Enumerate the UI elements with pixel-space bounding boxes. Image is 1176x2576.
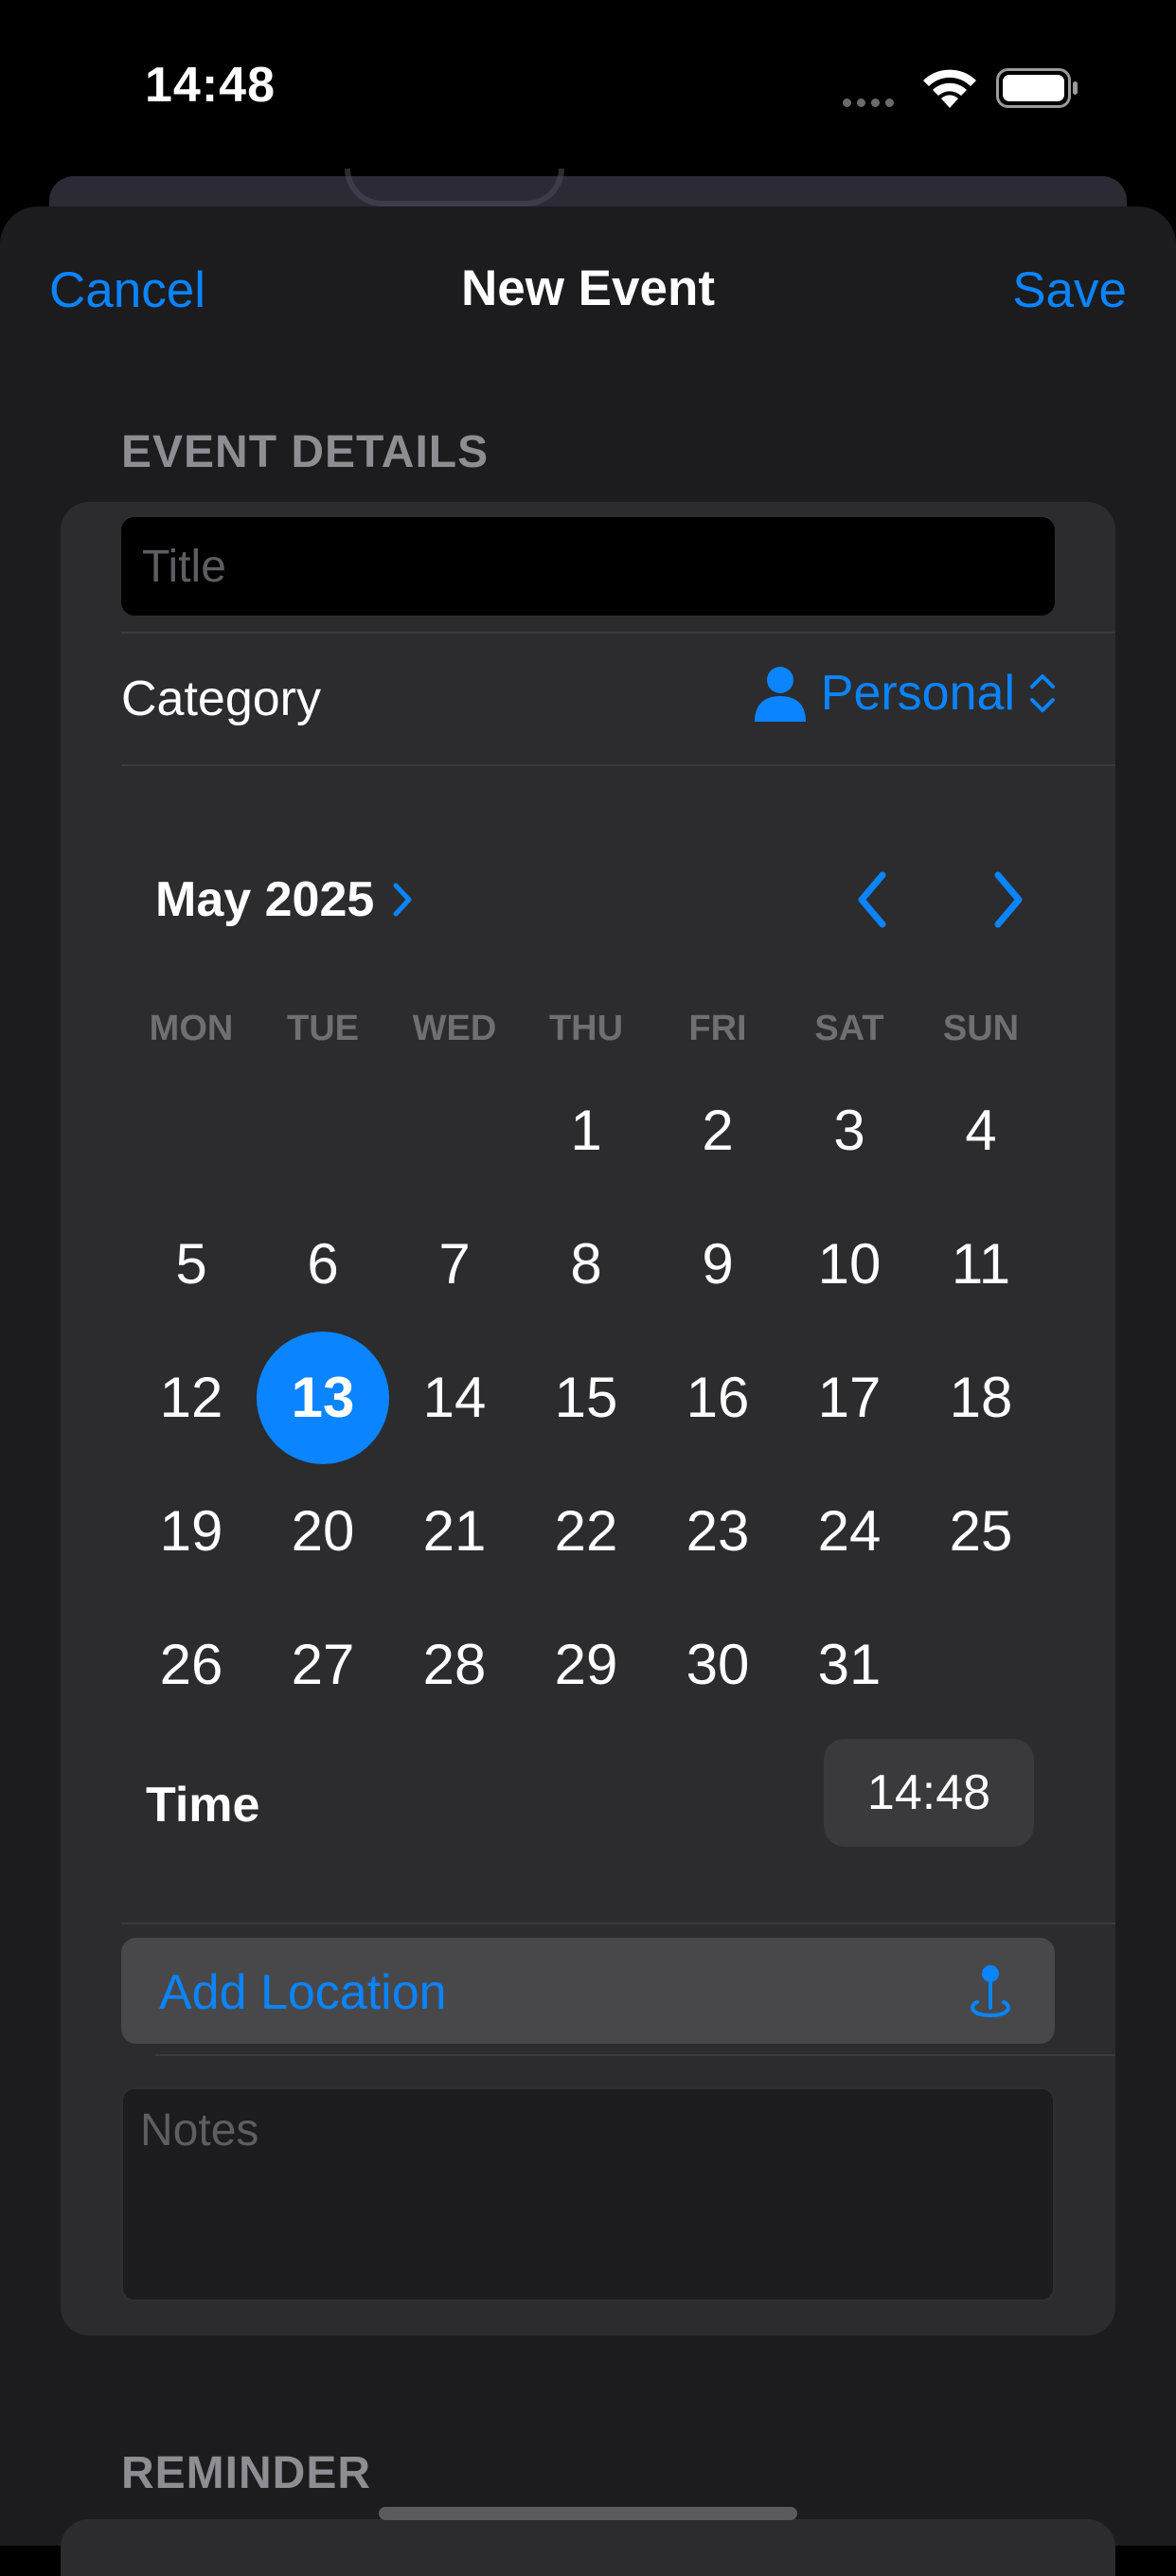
cellular-dots-icon xyxy=(843,95,900,112)
month-label: May 2025 xyxy=(155,872,375,927)
month-year-button[interactable]: May 2025 xyxy=(155,871,414,928)
page-title: New Event xyxy=(460,260,716,316)
title-field[interactable] xyxy=(121,517,1055,616)
notes-input[interactable] xyxy=(123,2089,1053,2299)
event-details-card: Category Personal May 2025 MO xyxy=(61,502,1115,2335)
category-value: Personal xyxy=(820,666,1015,721)
new-event-sheet: Cancel New Event Save EVENT DETAILS Cate… xyxy=(0,206,1176,2546)
calendar-day[interactable]: 4 xyxy=(915,1064,1047,1197)
calendar-day-selected[interactable]: 13 xyxy=(257,1332,389,1464)
next-month-button[interactable] xyxy=(987,869,1028,930)
weekday-label: THU xyxy=(548,1009,624,1048)
section-header-event-details: EVENT DETAILS xyxy=(121,427,490,477)
weekday-label: SAT xyxy=(814,1009,884,1048)
status-time: 14:48 xyxy=(145,58,276,113)
notes-field[interactable] xyxy=(121,2087,1055,2301)
add-location-button[interactable]: Add Location xyxy=(121,1938,1055,2044)
weekday-label: FRI xyxy=(688,1009,747,1048)
divider xyxy=(121,632,1115,634)
calendar-day[interactable]: 20 xyxy=(257,1465,389,1598)
calendar-day[interactable]: 28 xyxy=(388,1599,521,1731)
calendar-day[interactable]: 14 xyxy=(388,1332,521,1464)
calendar-day[interactable]: 24 xyxy=(783,1465,916,1598)
weekday-label: SUN xyxy=(942,1009,1020,1048)
home-indicator[interactable] xyxy=(379,2507,797,2520)
weekday-label: WED xyxy=(412,1009,497,1048)
chevron-up-down-icon xyxy=(1030,674,1055,712)
chevron-right-icon xyxy=(393,883,412,917)
divider xyxy=(121,764,1115,766)
calendar-day[interactable]: 17 xyxy=(783,1332,916,1464)
divider xyxy=(155,2054,1115,2056)
calendar-day[interactable]: 31 xyxy=(783,1599,916,1731)
status-bar: 14:48 xyxy=(0,0,1176,180)
calendar-day[interactable]: 19 xyxy=(125,1465,258,1598)
category-picker[interactable]: Personal xyxy=(753,665,1057,722)
calendar-day[interactable]: 16 xyxy=(651,1332,784,1464)
calendar-day[interactable]: 11 xyxy=(915,1198,1047,1331)
section-header-reminder: REMINDER xyxy=(121,2448,372,2498)
previous-month-button[interactable] xyxy=(852,869,894,930)
calendar-day[interactable]: 9 xyxy=(651,1198,784,1331)
calendar-day[interactable]: 23 xyxy=(651,1465,784,1598)
calendar-day[interactable]: 5 xyxy=(125,1198,258,1331)
time-label: Time xyxy=(146,1778,260,1833)
category-label: Category xyxy=(121,671,321,726)
calendar-day[interactable]: 1 xyxy=(520,1064,652,1197)
wifi-icon xyxy=(923,69,976,108)
battery-icon xyxy=(996,68,1078,108)
divider xyxy=(121,1923,1115,1924)
calendar-day[interactable]: 2 xyxy=(651,1064,784,1197)
calendar-day[interactable]: 27 xyxy=(257,1599,389,1731)
title-input[interactable] xyxy=(121,517,1055,616)
calendar-day[interactable]: 22 xyxy=(520,1465,652,1598)
calendar-day[interactable]: 15 xyxy=(520,1332,652,1464)
calendar-day[interactable]: 18 xyxy=(915,1332,1047,1464)
weekday-label: MON xyxy=(149,1009,234,1048)
reminder-card xyxy=(61,2519,1115,2576)
calendar-day[interactable]: 30 xyxy=(651,1599,784,1731)
calendar-day[interactable]: 6 xyxy=(257,1198,389,1331)
person-icon xyxy=(754,667,806,722)
calendar-day[interactable]: 8 xyxy=(520,1198,652,1331)
time-picker-button[interactable]: 14:48 xyxy=(824,1739,1034,1847)
calendar-day[interactable]: 3 xyxy=(783,1064,916,1197)
add-location-label: Add Location xyxy=(159,1965,447,2020)
map-pin-icon xyxy=(971,1965,1010,2018)
calendar-day[interactable]: 7 xyxy=(388,1198,521,1331)
calendar-day[interactable]: 10 xyxy=(783,1198,916,1331)
calendar-day[interactable]: 25 xyxy=(915,1465,1047,1598)
weekday-label: TUE xyxy=(287,1009,359,1048)
calendar-day[interactable]: 21 xyxy=(388,1465,521,1598)
calendar-day[interactable]: 29 xyxy=(520,1599,652,1731)
calendar-day[interactable]: 12 xyxy=(125,1332,258,1464)
save-button[interactable]: Save xyxy=(1012,261,1127,319)
calendar-day[interactable]: 26 xyxy=(125,1599,258,1731)
